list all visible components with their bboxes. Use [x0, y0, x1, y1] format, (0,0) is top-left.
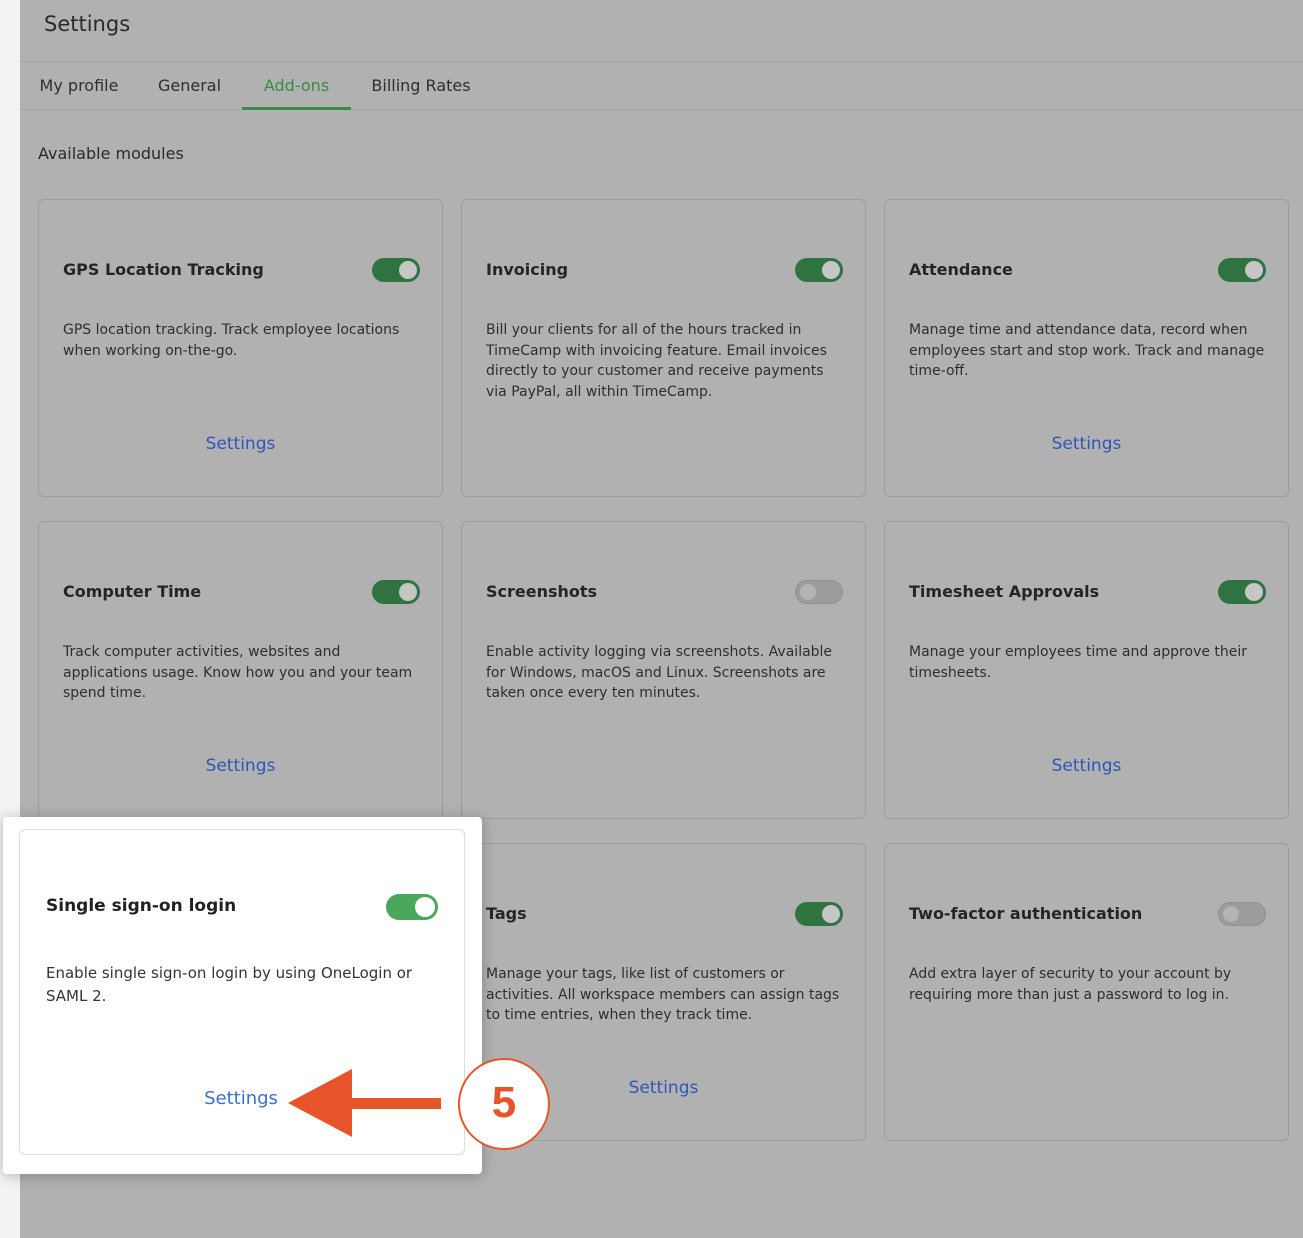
module-description: Enable activity logging via screenshots.… — [486, 644, 833, 701]
settings-tabs: My profile General Add-ons Billing Rates — [20, 62, 1303, 110]
toggle-knob — [1245, 583, 1263, 601]
module-toggle[interactable] — [1218, 580, 1266, 604]
module-title: Single sign-on login — [46, 896, 237, 916]
module-title: Two-factor authentication — [909, 904, 1143, 923]
module-description: Track computer activities, websites and … — [63, 644, 413, 701]
module-settings-link[interactable]: Settings — [39, 756, 442, 776]
module-settings-link[interactable]: Settings — [885, 756, 1288, 776]
module-card-computer-time: Computer Time Track computer activities,… — [38, 521, 443, 819]
callout-arrow-icon — [288, 1069, 441, 1137]
module-card-gps: GPS Location Tracking GPS location track… — [38, 199, 443, 497]
module-title: Computer Time — [63, 582, 202, 601]
module-card-timesheet-approvals: Timesheet Approvals Manage your employee… — [884, 521, 1289, 819]
module-toggle[interactable] — [386, 894, 438, 920]
module-title: Invoicing — [486, 260, 569, 279]
module-description: Manage time and attendance data, record … — [909, 322, 1265, 379]
module-title: Tags — [486, 904, 527, 923]
module-description: Add extra layer of security to your acco… — [909, 966, 1232, 1003]
module-description: Manage your tags, like list of customers… — [486, 966, 840, 1023]
toggle-knob — [415, 897, 435, 917]
module-description: Bill your clients for all of the hours t… — [486, 322, 827, 400]
section-title: Available modules — [38, 144, 184, 163]
tab-add-ons[interactable]: Add-ons — [242, 62, 351, 110]
toggle-knob — [399, 583, 417, 601]
module-title: Screenshots — [486, 582, 598, 601]
toggle-knob — [799, 583, 817, 601]
tab-general[interactable]: General — [152, 62, 227, 110]
module-description: Enable single sign-on login by using One… — [46, 964, 413, 1005]
module-toggle[interactable] — [795, 580, 843, 604]
module-title: Timesheet Approvals — [909, 582, 1100, 601]
tab-my-profile[interactable]: My profile — [38, 62, 120, 110]
module-title: Attendance — [909, 260, 1013, 279]
toggle-knob — [822, 261, 840, 279]
module-toggle[interactable] — [1218, 902, 1266, 926]
module-toggle[interactable] — [372, 580, 420, 604]
module-toggle[interactable] — [1218, 258, 1266, 282]
page-title: Settings — [44, 12, 131, 36]
step-number-badge: 5 — [458, 1058, 550, 1150]
module-title: GPS Location Tracking — [63, 260, 264, 279]
module-toggle[interactable] — [372, 258, 420, 282]
module-settings-link[interactable]: Settings — [885, 434, 1288, 454]
toggle-knob — [1222, 905, 1240, 923]
module-card-two-factor: Two-factor authentication Add extra laye… — [884, 843, 1289, 1141]
module-toggle[interactable] — [795, 902, 843, 926]
module-card-attendance: Attendance Manage time and attendance da… — [884, 199, 1289, 497]
module-settings-link[interactable]: Settings — [39, 434, 442, 454]
tab-billing-rates[interactable]: Billing Rates — [366, 62, 476, 110]
module-description: Manage your employees time and approve t… — [909, 644, 1248, 681]
page-header: Settings — [20, 0, 1303, 62]
module-toggle[interactable] — [795, 258, 843, 282]
module-description: GPS location tracking. Track employee lo… — [63, 322, 400, 359]
toggle-knob — [399, 261, 417, 279]
module-card-invoicing: Invoicing Bill your clients for all of t… — [461, 199, 866, 497]
module-card-screenshots: Screenshots Enable activity logging via … — [461, 521, 866, 819]
toggle-knob — [822, 905, 840, 923]
toggle-knob — [1245, 261, 1263, 279]
